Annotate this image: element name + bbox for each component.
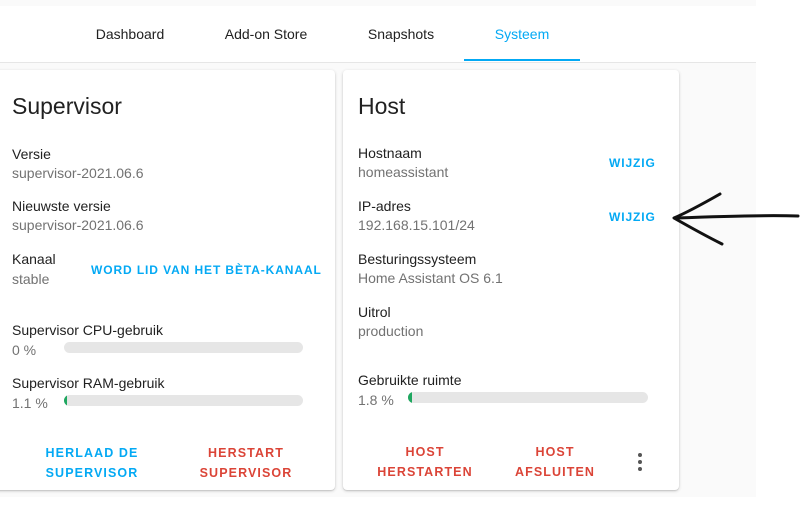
used-space-bar-fill (408, 392, 413, 403)
channel-label: Kanaal (12, 251, 56, 267)
change-hostname-button[interactable]: WIJZIG (609, 156, 656, 170)
top-tab-bar: Dashboard Add-on Store Snapshots Systeem (0, 6, 756, 63)
join-beta-channel-button[interactable]: WORD LID VAN HET BÈTA-KANAAL (91, 263, 322, 277)
active-tab-indicator (464, 59, 580, 61)
tab-snapshots[interactable]: Snapshots (350, 6, 452, 62)
restart-supervisor-button[interactable]: HERSTART SUPERVISOR (194, 443, 298, 483)
host-shutdown-button[interactable]: HOST AFSLUITEN (503, 442, 607, 482)
host-restart-button[interactable]: HOST HERSTARTEN (373, 442, 477, 482)
deployment-label: Uitrol (358, 304, 391, 320)
version-value: supervisor-2021.06.6 (12, 165, 144, 181)
latest-version-value: supervisor-2021.06.6 (12, 217, 144, 233)
host-card: Host Hostnaam homeassistant WIJZIG IP-ad… (343, 70, 679, 490)
os-label: Besturingssysteem (358, 251, 477, 267)
change-ip-address-button[interactable]: WIJZIG (609, 210, 656, 224)
cpu-usage-value: 0 % (12, 342, 37, 358)
host-card-title: Host (358, 93, 406, 119)
used-space-bar (408, 392, 648, 403)
channel-value: stable (12, 271, 50, 287)
host-restart-line2: HERSTARTEN (377, 465, 473, 479)
ip-address-value: 192.168.15.101/24 (358, 217, 475, 233)
supervisor-card: Supervisor Versie supervisor-2021.06.6 N… (0, 70, 335, 490)
reload-supervisor-line2: SUPERVISOR (45, 466, 139, 480)
tab-systeem[interactable]: Systeem (464, 6, 580, 62)
hostname-label: Hostnaam (358, 145, 422, 161)
cpu-usage-label: Supervisor CPU-gebruik (12, 322, 163, 338)
hostname-value: homeassistant (358, 164, 449, 180)
restart-supervisor-line2: SUPERVISOR (199, 466, 293, 480)
host-restart-line1: HOST (405, 445, 445, 459)
supervisor-card-title: Supervisor (12, 93, 122, 119)
hand-drawn-arrow-icon (672, 192, 800, 246)
kebab-menu-icon[interactable] (635, 453, 645, 473)
tab-addon-store[interactable]: Add-on Store (210, 6, 322, 62)
reload-supervisor-button[interactable]: HERLAAD DE SUPERVISOR (40, 443, 144, 483)
tab-dashboard[interactable]: Dashboard (80, 6, 180, 62)
cpu-usage-bar (64, 342, 303, 353)
latest-version-label: Nieuwste versie (12, 198, 111, 214)
os-value: Home Assistant OS 6.1 (358, 270, 503, 286)
used-space-label: Gebruikte ruimte (358, 372, 462, 388)
restart-supervisor-line1: HERSTART (208, 446, 284, 460)
deployment-value: production (358, 323, 424, 339)
ram-usage-value: 1.1 % (12, 395, 48, 411)
used-space-value: 1.8 % (358, 392, 394, 408)
host-shutdown-line2: AFSLUITEN (514, 465, 596, 479)
ram-usage-bar-fill (64, 395, 67, 406)
reload-supervisor-line1: HERLAAD DE (45, 446, 139, 460)
ram-usage-label: Supervisor RAM-gebruik (12, 375, 165, 391)
ip-address-label: IP-adres (358, 198, 411, 214)
version-label: Versie (12, 146, 51, 162)
host-shutdown-line1: HOST (535, 445, 575, 459)
ram-usage-bar (64, 395, 303, 406)
